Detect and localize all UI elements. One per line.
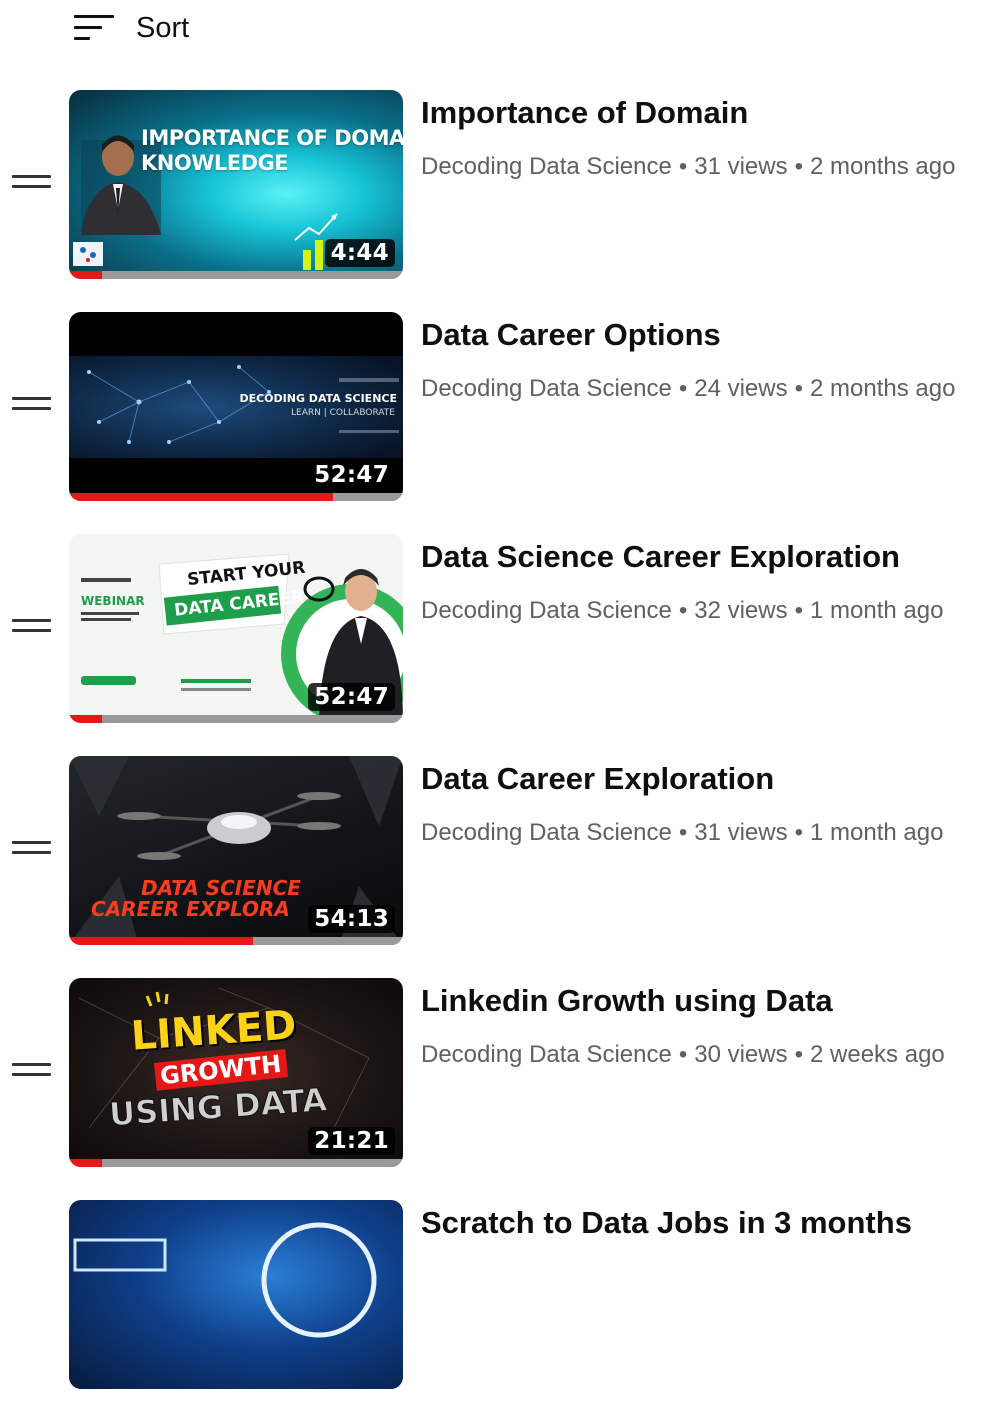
watch-progress-bar <box>69 1159 403 1167</box>
channel-name[interactable]: Decoding Data Science <box>421 819 672 846</box>
thumbnail-title-line: IMPORTANCE OF DOMAIN <box>141 126 403 150</box>
video-meta: Decoding Data Science • 30 views • 2 weeks a… <box>421 1041 945 1068</box>
drag-handle-icon[interactable] <box>12 1063 52 1081</box>
watch-progress-fill <box>69 937 253 945</box>
watch-progress-fill <box>69 493 333 501</box>
video-thumbnail[interactable]: IMPORTANCE OF DOMAIN KNOWLEDGE 4:44 <box>69 90 403 279</box>
drag-handle-icon[interactable] <box>12 619 52 637</box>
drag-handle-icon[interactable] <box>12 397 52 415</box>
video-thumbnail[interactable]: DECODING DATA SCIENCE LEARN | COLLABORAT… <box>69 312 403 501</box>
playlist-item[interactable]: LINKED GROWTH USING DATA 21:21 Linkedin … <box>0 978 988 1200</box>
thumbnail-frame-art <box>73 1222 377 1338</box>
video-thumbnail[interactable] <box>69 1200 403 1389</box>
view-count: 31 views <box>694 153 788 180</box>
channel-name[interactable]: Decoding Data Science <box>421 1041 672 1068</box>
watch-progress-bar <box>69 715 403 723</box>
channel-name[interactable]: Decoding Data Science <box>421 375 672 402</box>
thumbnail-title-line: CAREER EXPLORA <box>91 897 290 921</box>
upload-age: 2 months ago <box>810 375 956 402</box>
sort-icon <box>74 11 114 45</box>
drag-handle-icon[interactable] <box>12 841 52 859</box>
playlist-item[interactable]: Scratch to Data Jobs in 3 months <box>0 1200 988 1422</box>
watch-progress-fill <box>69 271 103 279</box>
view-count: 30 views <box>694 1041 788 1068</box>
view-count: 32 views <box>694 597 788 624</box>
view-count: 31 views <box>694 819 788 846</box>
thumbnail-title-line: LEARN | COLLABORATE <box>291 408 395 418</box>
video-thumbnail[interactable]: DATA SCIENCE CAREER EXPLORA 54:13 <box>69 756 403 945</box>
sort-label: Sort <box>136 11 190 44</box>
watch-progress-bar <box>69 271 403 279</box>
video-thumbnail[interactable]: LINKED GROWTH USING DATA 21:21 <box>69 978 403 1167</box>
video-title[interactable]: Data Science Career Exploration <box>421 538 981 576</box>
upload-age: 2 months ago <box>810 153 956 180</box>
video-title[interactable]: Data Career Exploration <box>421 760 981 798</box>
video-title[interactable]: Scratch to Data Jobs in 3 months <box>421 1204 981 1242</box>
thumbnail-title-line: WEBINAR <box>81 594 145 608</box>
watch-progress-bar <box>69 493 403 501</box>
playlist-item[interactable]: START YOUR DATA CAREER WEBINAR 52:47 Dat… <box>0 534 988 756</box>
video-title[interactable]: Linkedin Growth using Data <box>421 982 981 1020</box>
thumbnail-title-line: KNOWLEDGE <box>141 151 289 175</box>
video-title[interactable]: Importance of Domain <box>421 94 981 132</box>
video-duration: 21:21 <box>308 1127 395 1155</box>
upload-age: 2 weeks ago <box>810 1041 945 1068</box>
video-duration: 54:13 <box>308 905 395 933</box>
playlist-item[interactable]: IMPORTANCE OF DOMAIN KNOWLEDGE 4:44 Impo… <box>0 90 988 312</box>
channel-name[interactable]: Decoding Data Science <box>421 153 672 180</box>
video-thumbnail[interactable]: START YOUR DATA CAREER WEBINAR 52:47 <box>69 534 403 723</box>
thumbnail-title-line: DECODING DATA SCIENCE <box>239 392 397 405</box>
upload-age: 1 month ago <box>810 819 944 846</box>
video-duration: 52:47 <box>308 461 395 489</box>
video-title[interactable]: Data Career Options <box>421 316 981 354</box>
watch-progress-fill <box>69 715 103 723</box>
playlist-item[interactable]: DECODING DATA SCIENCE LEARN | COLLABORAT… <box>0 312 988 534</box>
upload-age: 1 month ago <box>810 597 944 624</box>
drag-handle-icon[interactable] <box>12 175 52 193</box>
watch-progress-fill <box>69 1159 103 1167</box>
sort-button[interactable]: Sort <box>74 8 189 48</box>
watch-progress-bar <box>69 937 403 945</box>
playlist-item[interactable]: DATA SCIENCE CAREER EXPLORA 54:13 Data C… <box>0 756 988 978</box>
video-duration: 4:44 <box>324 239 395 267</box>
playlist-video-list: IMPORTANCE OF DOMAIN KNOWLEDGE 4:44 Impo… <box>0 90 988 1422</box>
video-meta: Decoding Data Science • 24 views • 2 months … <box>421 375 956 402</box>
channel-name[interactable]: Decoding Data Science <box>421 597 672 624</box>
video-meta: Decoding Data Science • 31 views • 1 month a… <box>421 819 944 846</box>
video-meta: Decoding Data Science • 32 views • 1 month a… <box>421 597 944 624</box>
video-duration: 52:47 <box>308 683 395 711</box>
video-meta: Decoding Data Science • 31 views • 2 months … <box>421 153 956 180</box>
view-count: 24 views <box>694 375 788 402</box>
